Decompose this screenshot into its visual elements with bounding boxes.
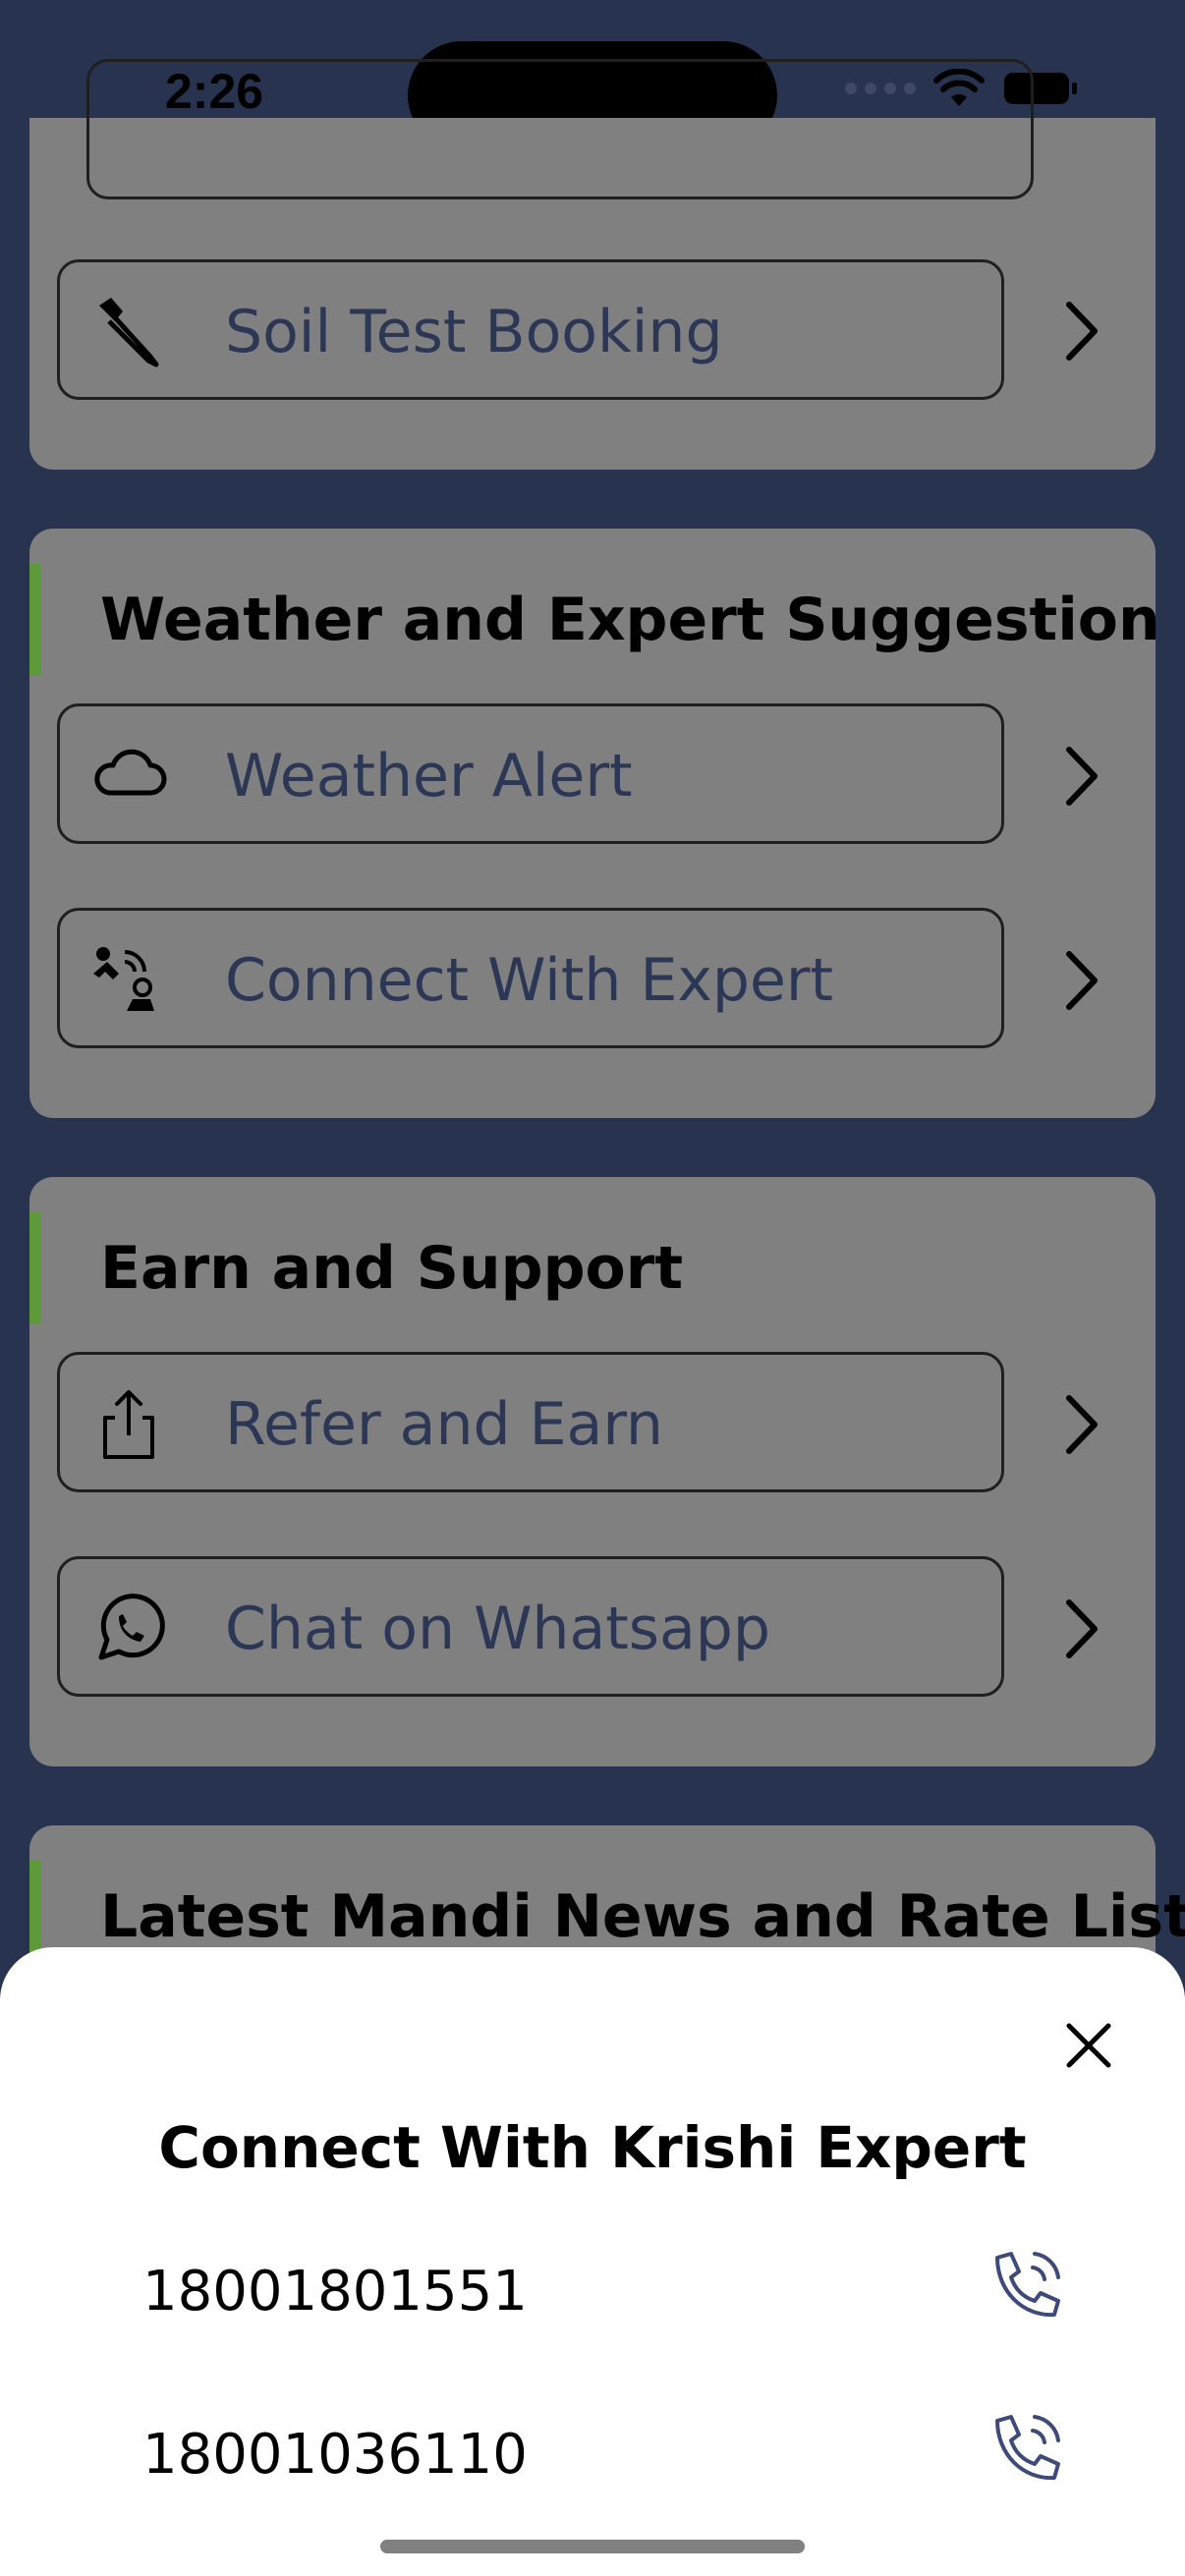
refer-and-earn-button[interactable]: Refer and Earn <box>57 1352 1004 1492</box>
phone-number: 18001036110 <box>142 2423 528 2487</box>
connect-with-expert-label: Connect With Expert <box>225 946 834 1015</box>
phone-call-icon[interactable] <box>984 2409 1066 2492</box>
section-title: Earn and Support <box>100 1234 684 1303</box>
dropper-icon <box>99 298 159 367</box>
previous-row-edge <box>86 59 1034 199</box>
chevron-right-icon[interactable] <box>1061 1595 1104 1663</box>
app-screen: 2:26 Soil Test Booking Weather and Exper… <box>0 0 1185 2576</box>
section-accent-bar <box>29 564 41 676</box>
home-indicator[interactable] <box>380 2540 805 2553</box>
sheet-title: Connect With Krishi Expert <box>158 2114 1027 2181</box>
cloud-icon <box>94 749 167 796</box>
chat-on-whatsapp-label: Chat on Whatsapp <box>225 1595 770 1663</box>
chat-on-whatsapp-button[interactable]: Chat on Whatsapp <box>57 1556 1004 1697</box>
soil-test-booking-button[interactable]: Soil Test Booking <box>57 259 1004 400</box>
section-accent-bar <box>29 1212 41 1324</box>
expert-call-icon <box>93 947 154 1011</box>
phone-call-icon[interactable] <box>984 2246 1066 2328</box>
whatsapp-icon <box>98 1594 165 1660</box>
phone-row: 18001036110 <box>142 2409 1066 2507</box>
section-title: Latest Mandi News and Rate List <box>100 1882 1185 1951</box>
phone-number: 18001801551 <box>142 2260 528 2324</box>
close-icon[interactable] <box>1057 2014 1120 2077</box>
chevron-right-icon[interactable] <box>1061 1390 1104 1459</box>
weather-alert-button[interactable]: Weather Alert <box>57 703 1004 844</box>
chevron-right-icon[interactable] <box>1061 946 1104 1015</box>
chevron-right-icon[interactable] <box>1061 297 1104 365</box>
refer-and-earn-label: Refer and Earn <box>225 1390 663 1459</box>
connect-with-expert-button[interactable]: Connect With Expert <box>57 908 1004 1048</box>
weather-alert-label: Weather Alert <box>225 742 633 811</box>
phone-row: 18001801551 <box>142 2246 1066 2344</box>
section-title: Weather and Expert Suggestion <box>100 586 1160 654</box>
share-icon <box>103 1390 154 1459</box>
chevron-right-icon[interactable] <box>1061 742 1104 811</box>
soil-test-booking-label: Soil Test Booking <box>225 298 723 366</box>
